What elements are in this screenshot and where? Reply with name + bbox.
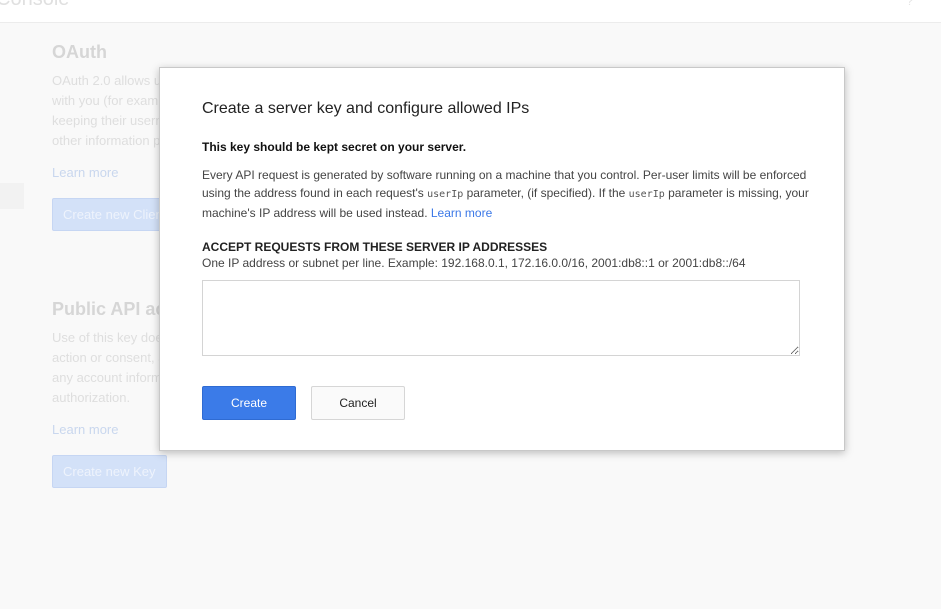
description-text: parameter, (if specified). If the [463, 186, 629, 200]
ip-field-label: ACCEPT REQUESTS FROM THESE SERVER IP ADD… [202, 240, 548, 254]
brand-title: Console [0, 0, 69, 11]
public-api-description-line: Use of this key doe [52, 330, 163, 345]
create-new-client-button[interactable]: Create new Clien [52, 198, 174, 231]
create-new-key-button[interactable]: Create new Key [52, 455, 167, 488]
create-button[interactable]: Create [202, 386, 296, 420]
help-icon[interactable]: ? [906, 0, 913, 8]
oauth-description-line: other information p [52, 133, 161, 148]
public-api-description-line: any account inform [52, 370, 162, 385]
oauth-description-line: keeping their usern [52, 113, 163, 128]
public-api-description: Use of this key doe action or consent, a… [52, 328, 166, 408]
oauth-title: OAuth [52, 42, 107, 62]
top-bar: Console ? [0, 0, 941, 23]
ip-addresses-textarea[interactable] [202, 280, 800, 356]
console-page: Console ? OAuth OAuth 2.0 allows u with … [0, 0, 941, 609]
cancel-button[interactable]: Cancel [311, 386, 405, 420]
dialog-description: Every API request is generated by softwa… [202, 166, 812, 222]
oauth-description-line: OAuth 2.0 allows u [52, 73, 162, 88]
public-api-description-line: authorization. [52, 390, 131, 405]
userip-code: userIp [628, 189, 665, 200]
learn-more-link[interactable]: Learn more [431, 206, 492, 220]
ip-field-hint: One IP address or subnet per line. Examp… [202, 256, 746, 270]
sidebar-fragment [0, 183, 24, 209]
dialog-title: Create a server key and configure allowe… [202, 100, 530, 117]
oauth-description: OAuth 2.0 allows u with you (for exam ke… [52, 71, 163, 151]
public-api-description-line: action or consent, a [52, 350, 166, 365]
secret-warning: This key should be kept secret on your s… [202, 140, 467, 154]
oauth-description-line: with you (for exam [52, 93, 159, 108]
create-server-key-dialog: Create a server key and configure allowe… [159, 67, 845, 451]
userip-code: userIp [427, 189, 464, 200]
